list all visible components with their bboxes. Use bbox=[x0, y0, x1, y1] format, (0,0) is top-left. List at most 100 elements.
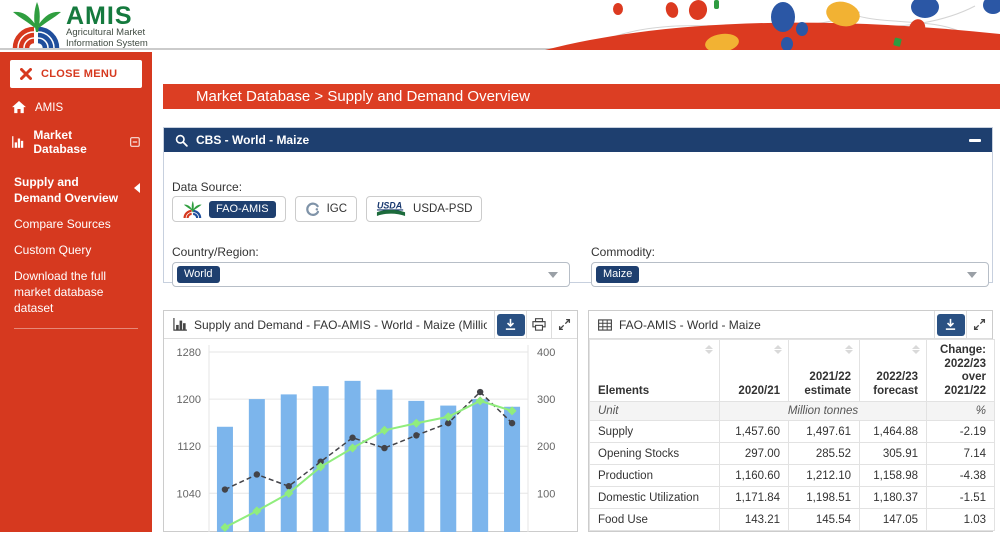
svg-text:USDA: USDA bbox=[377, 201, 402, 211]
search-icon bbox=[175, 134, 188, 147]
svg-text:200: 200 bbox=[537, 441, 555, 453]
unit-change: % bbox=[927, 402, 995, 421]
cell: 297.00 bbox=[720, 443, 789, 465]
row-label: Food Use bbox=[590, 509, 720, 531]
logo-title: AMIS bbox=[66, 4, 148, 28]
sidebar-item-label: AMIS bbox=[35, 102, 63, 114]
amis-logo-icon bbox=[8, 2, 62, 53]
chevron-down-icon bbox=[548, 272, 558, 278]
cell: 143.21 bbox=[720, 509, 789, 531]
unit-value: Million tonnes bbox=[720, 402, 927, 421]
row-label: Domestic Utilization bbox=[590, 487, 720, 509]
table-panel-header: FAO-AMIS - World - Maize bbox=[589, 311, 992, 339]
svg-text:1040: 1040 bbox=[177, 488, 201, 500]
selected-country-chip: World bbox=[177, 266, 220, 283]
table-download-button[interactable] bbox=[935, 311, 967, 338]
cell: -2.19 bbox=[927, 421, 995, 443]
cell: 1,158.98 bbox=[860, 465, 927, 487]
svg-text:1280: 1280 bbox=[177, 347, 201, 359]
active-indicator-icon bbox=[134, 183, 140, 193]
home-icon bbox=[12, 101, 26, 114]
cell: 1,180.37 bbox=[860, 487, 927, 509]
expand-icon bbox=[558, 318, 571, 331]
svg-text:1200: 1200 bbox=[177, 394, 201, 406]
cell: 1,171.84 bbox=[720, 487, 789, 509]
collapse-panel-icon[interactable] bbox=[969, 139, 981, 142]
data-source-label: Data Source: bbox=[172, 180, 242, 194]
sidebar-item-supply-and-demand-overview[interactable]: Supply and Demand Overview bbox=[14, 174, 142, 206]
chart-panel-header: Supply and Demand - FAO-AMIS - World - M… bbox=[164, 311, 577, 339]
table-expand-button[interactable] bbox=[967, 311, 992, 338]
cell: 1,160.60 bbox=[720, 465, 789, 487]
download-icon bbox=[504, 318, 517, 331]
source-label: USDA-PSD bbox=[413, 203, 472, 215]
col-header-2020-21: 2020/21 bbox=[720, 340, 789, 402]
table-row: Food Use 143.21 145.54 147.05 1.03 bbox=[590, 509, 995, 531]
chart-download-button[interactable] bbox=[495, 311, 527, 338]
col-header-change: Change: 2022/23 over 2021/22 bbox=[927, 340, 995, 402]
col-header-2022-23-forecast: 2022/23 forecast bbox=[860, 340, 927, 402]
sub-item-label: Compare Sources bbox=[14, 217, 111, 231]
table-row: Supply 1,457.60 1,497.61 1,464.88 -2.19 bbox=[590, 421, 995, 443]
cbs-panel-header: CBS - World - Maize bbox=[164, 128, 992, 152]
col-header-elements: Elements bbox=[590, 340, 720, 402]
col-header-2021-22-estimate: 2021/22 estimate bbox=[789, 340, 860, 402]
cell: 147.05 bbox=[860, 509, 927, 531]
table-row: Production 1,160.60 1,212.10 1,158.98 -4… bbox=[590, 465, 995, 487]
chart-print-button[interactable] bbox=[527, 311, 552, 338]
sort-icon[interactable] bbox=[912, 345, 920, 354]
cell: 1,497.61 bbox=[789, 421, 860, 443]
cell: 1.03 bbox=[927, 509, 995, 531]
sort-icon[interactable] bbox=[705, 345, 713, 354]
supply-demand-chart: 1280120011201040400300200100 bbox=[164, 339, 577, 532]
svg-text:400: 400 bbox=[537, 347, 555, 359]
sidebar-item-compare-sources[interactable]: Compare Sources bbox=[14, 216, 142, 232]
svg-text:100: 100 bbox=[537, 488, 555, 500]
source-label: FAO-AMIS bbox=[209, 201, 276, 218]
supply-demand-table: Elements 2020/21 2021/22 estimate 2022/2… bbox=[589, 339, 995, 531]
decorative-banner bbox=[530, 0, 1000, 50]
cell: 7.14 bbox=[927, 443, 995, 465]
data-source-buttons: FAO-AMIS IGC USDA USDA-PSD bbox=[172, 196, 482, 222]
collapse-section-icon[interactable] bbox=[130, 136, 140, 148]
source-button-fao-amis[interactable]: FAO-AMIS bbox=[172, 196, 286, 222]
cell: 145.54 bbox=[789, 509, 860, 531]
country-region-select[interactable]: World bbox=[172, 262, 570, 287]
row-label: Supply bbox=[590, 421, 720, 443]
sidebar-divider bbox=[14, 328, 138, 329]
chevron-down-icon bbox=[967, 272, 977, 278]
commodity-select[interactable]: Maize bbox=[591, 262, 989, 287]
chart-expand-button[interactable] bbox=[552, 311, 577, 338]
cell: -1.51 bbox=[927, 487, 995, 509]
sidebar-item-label: Market Database bbox=[33, 128, 112, 156]
table-row: Opening Stocks 297.00 285.52 305.91 7.14 bbox=[590, 443, 995, 465]
logo-subtitle-2: Information System bbox=[66, 39, 148, 50]
fao-amis-logo-icon bbox=[182, 201, 202, 218]
table-icon bbox=[598, 319, 612, 331]
top-header: AMIS Agricultural Market Information Sys… bbox=[0, 0, 1000, 50]
close-menu-button[interactable]: CLOSE MENU bbox=[10, 60, 142, 88]
sub-item-label: Custom Query bbox=[14, 243, 91, 257]
sidebar-subnav: Supply and Demand Overview Compare Sourc… bbox=[0, 162, 152, 329]
source-button-igc[interactable]: IGC bbox=[295, 196, 357, 222]
sort-icon[interactable] bbox=[774, 345, 782, 354]
print-icon bbox=[532, 318, 546, 331]
source-button-usda-psd[interactable]: USDA USDA-PSD bbox=[366, 196, 482, 222]
cbs-panel-title: CBS - World - Maize bbox=[196, 133, 309, 147]
country-region-label: Country/Region: bbox=[172, 245, 259, 259]
sidebar-item-market-database[interactable]: Market Database bbox=[0, 122, 152, 162]
selected-commodity-chip: Maize bbox=[596, 266, 639, 283]
sidebar-item-download-dataset[interactable]: Download the full market database datase… bbox=[14, 268, 142, 316]
row-label: Production bbox=[590, 465, 720, 487]
download-icon bbox=[944, 318, 957, 331]
sub-item-label: Download the full market database datase… bbox=[14, 269, 106, 315]
table-panel-title: FAO-AMIS - World - Maize bbox=[619, 318, 927, 332]
sidebar: CLOSE MENU AMIS Market Database Supply a… bbox=[0, 52, 152, 532]
sort-icon[interactable] bbox=[845, 345, 853, 354]
table-header-row: Elements 2020/21 2021/22 estimate 2022/2… bbox=[590, 340, 995, 402]
cell: -4.38 bbox=[927, 465, 995, 487]
sidebar-item-amis[interactable]: AMIS bbox=[0, 95, 152, 120]
unit-label: Unit bbox=[590, 402, 720, 421]
sub-item-label: Supply and Demand Overview bbox=[14, 175, 118, 205]
sidebar-item-custom-query[interactable]: Custom Query bbox=[14, 242, 142, 258]
